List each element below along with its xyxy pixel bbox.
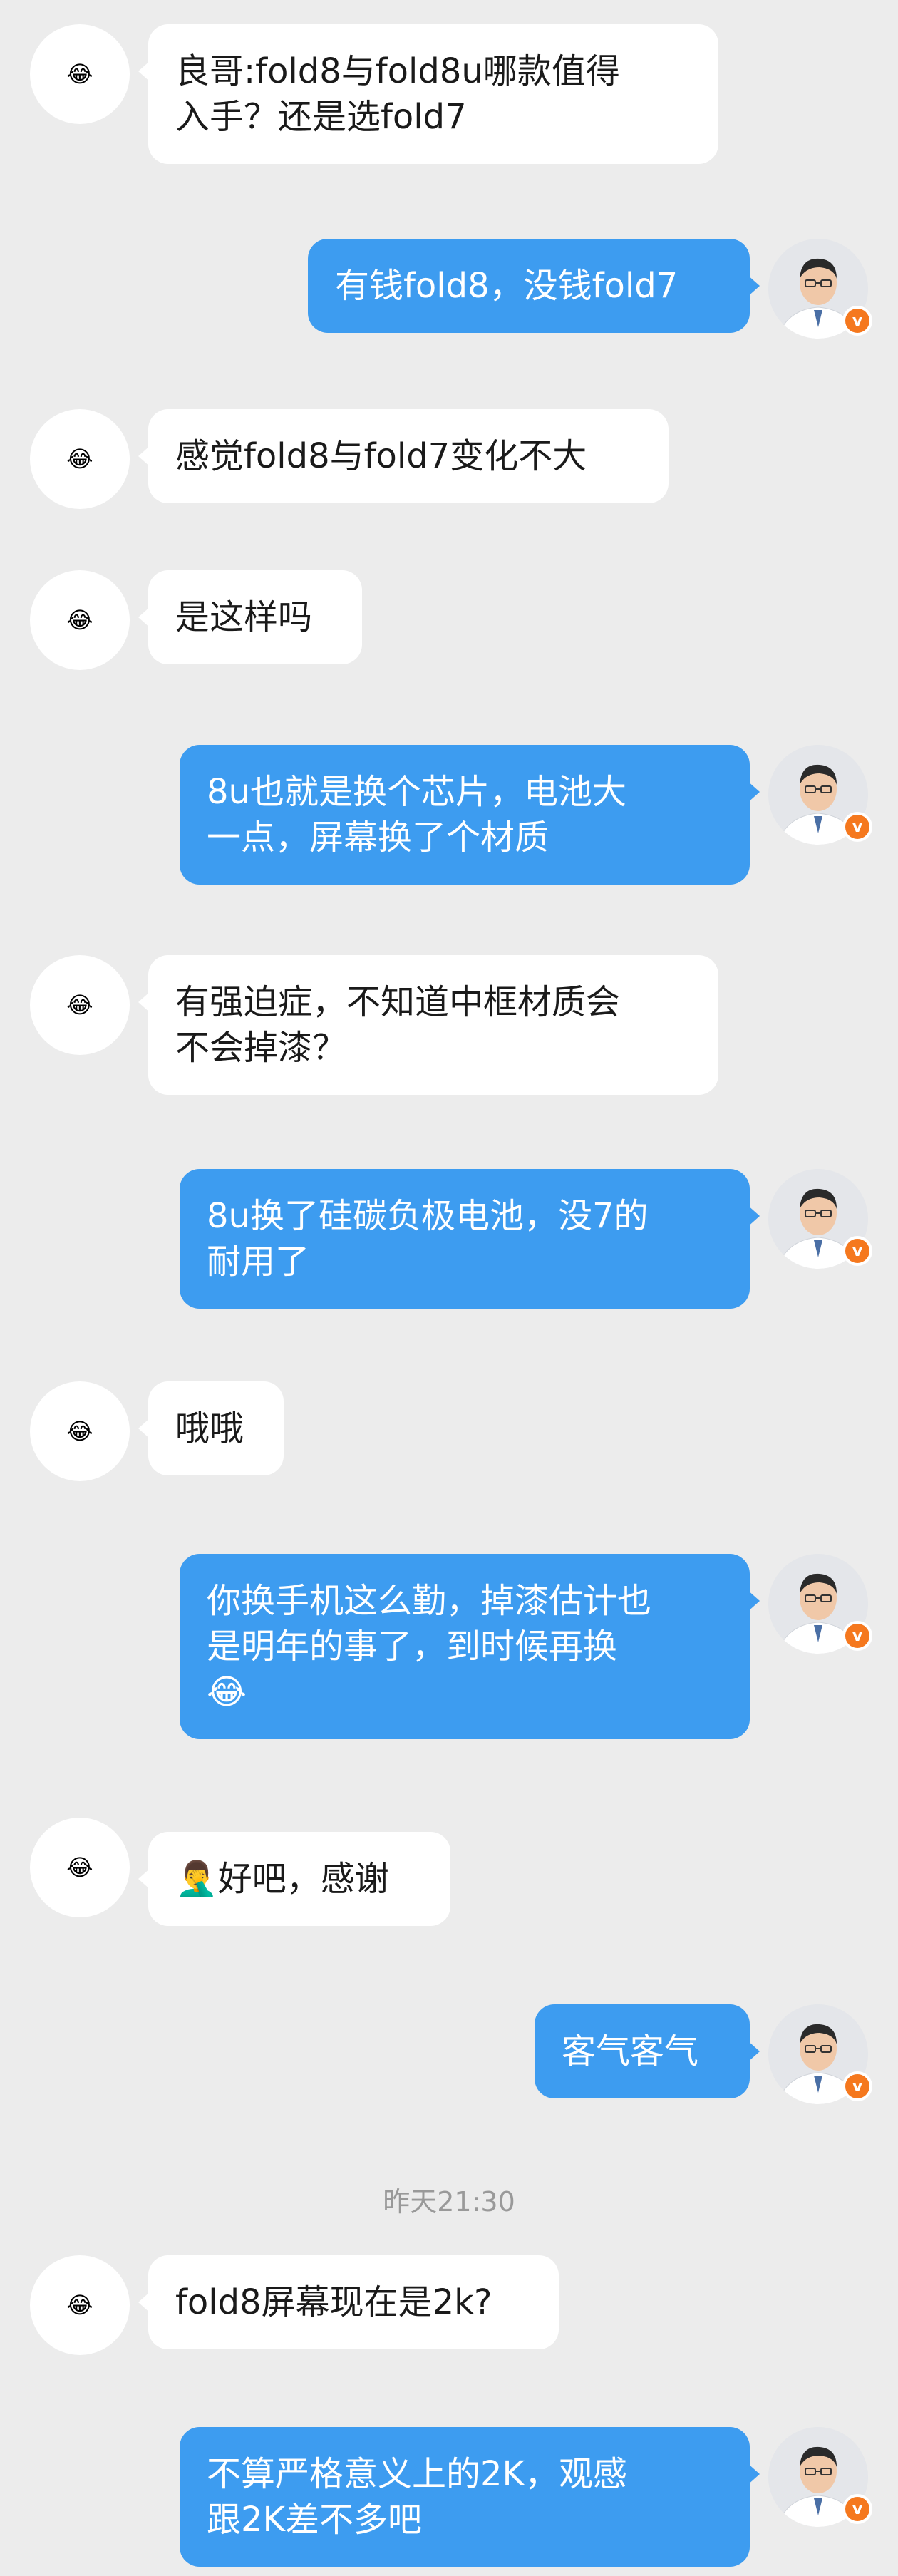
message-line: 一点，屏幕换了个材质 bbox=[207, 818, 549, 857]
message-line: 耐用了 bbox=[207, 1242, 310, 1282]
contact-avatar[interactable]: 😂 bbox=[30, 1818, 130, 1917]
chat-conversation: 😂 良哥:fold8与fold8u哪款值得 入手？还是选fold7 有钱fold… bbox=[0, 0, 898, 2576]
self-avatar[interactable]: v bbox=[768, 239, 872, 339]
message-line: 不算严格意义上的2K，观感 bbox=[207, 2454, 628, 2494]
outgoing-message[interactable]: 你换手机这么勤，掉漆估计也 是明年的事了，到时候再换 😂 bbox=[180, 1554, 760, 1739]
message-line: 入手？还是选fold7 bbox=[175, 97, 467, 137]
self-avatar[interactable]: v bbox=[768, 1554, 872, 1654]
incoming-message[interactable]: 感觉fold8与fold7变化不大 bbox=[138, 409, 669, 503]
verified-badge-icon: v bbox=[842, 1621, 872, 1651]
outgoing-message[interactable]: 8u换了硅碳负极电池，没7的 耐用了 bbox=[180, 1169, 760, 1309]
incoming-message[interactable]: 🤦‍♂️好吧，感谢 bbox=[138, 1832, 450, 1926]
incoming-message[interactable]: 哦哦 bbox=[138, 1381, 284, 1475]
contact-avatar[interactable]: 😂 bbox=[30, 409, 130, 509]
message-line: 良哥:fold8与fold8u哪款值得 bbox=[175, 51, 620, 91]
contact-avatar[interactable]: 😂 bbox=[30, 1381, 130, 1481]
message-line: 哦哦 bbox=[175, 1408, 244, 1448]
self-avatar[interactable]: v bbox=[768, 2004, 872, 2104]
laughing-emoji-icon: 😂 bbox=[207, 1672, 247, 1712]
contact-avatar[interactable]: 😂 bbox=[30, 570, 130, 670]
message-line: fold8屏幕现在是2k? bbox=[175, 2282, 492, 2322]
message-line: 客气客气 bbox=[562, 2031, 699, 2071]
verified-badge-icon: v bbox=[842, 1236, 872, 1266]
laughing-emoji-icon: 😂 bbox=[66, 445, 93, 473]
self-avatar[interactable]: v bbox=[768, 1169, 872, 1269]
message-line: 🤦‍♂️好吧，感谢 bbox=[175, 1859, 389, 1899]
outgoing-message[interactable]: 客气客气 bbox=[535, 2004, 760, 2098]
laughing-emoji-icon: 😂 bbox=[66, 1854, 93, 1881]
laughing-emoji-icon: 😂 bbox=[66, 2292, 93, 2319]
laughing-emoji-icon: 😂 bbox=[66, 1418, 93, 1445]
verified-badge-icon: v bbox=[842, 2071, 872, 2101]
message-line: 跟2K差不多吧 bbox=[207, 2500, 423, 2540]
laughing-emoji-icon: 😂 bbox=[66, 61, 93, 88]
message-line: 不会掉漆？ bbox=[175, 1028, 347, 1068]
message-line: 是明年的事了，到时候再换 bbox=[207, 1627, 618, 1666]
self-avatar[interactable]: v bbox=[768, 745, 872, 845]
message-line: 你换手机这么勤，掉漆估计也 bbox=[207, 1581, 652, 1621]
incoming-message[interactable]: fold8屏幕现在是2k? bbox=[138, 2255, 559, 2349]
laughing-emoji-icon: 😂 bbox=[66, 991, 93, 1019]
message-line: 感觉fold8与fold7变化不大 bbox=[175, 436, 587, 476]
contact-avatar[interactable]: 😂 bbox=[30, 2255, 130, 2355]
outgoing-message[interactable]: 有钱fold8，没钱fold7 bbox=[308, 239, 760, 333]
incoming-message[interactable]: 有强迫症，不知道中框材质会 不会掉漆？ bbox=[138, 955, 718, 1095]
message-line: 是这样吗 bbox=[175, 597, 313, 637]
contact-avatar[interactable]: 😂 bbox=[30, 24, 130, 124]
verified-badge-icon: v bbox=[842, 306, 872, 336]
outgoing-message[interactable]: 8u也就是换个芯片，电池大 一点，屏幕换了个材质 bbox=[180, 745, 760, 885]
verified-badge-icon: v bbox=[842, 2494, 872, 2524]
message-line: 8u也就是换个芯片，电池大 bbox=[207, 772, 626, 812]
message-line: 8u换了硅碳负极电池，没7的 bbox=[207, 1196, 649, 1236]
verified-badge-icon: v bbox=[842, 812, 872, 842]
incoming-message[interactable]: 良哥:fold8与fold8u哪款值得 入手？还是选fold7 bbox=[138, 24, 718, 164]
incoming-message[interactable]: 是这样吗 bbox=[138, 570, 362, 664]
message-line: 有强迫症，不知道中框材质会 bbox=[175, 982, 621, 1022]
message-timestamp: 昨天21:30 bbox=[383, 2186, 515, 2217]
self-avatar[interactable]: v bbox=[768, 2427, 872, 2527]
message-line: 有钱fold8，没钱fold7 bbox=[335, 266, 678, 306]
laughing-emoji-icon: 😂 bbox=[66, 607, 93, 634]
contact-avatar[interactable]: 😂 bbox=[30, 955, 130, 1055]
outgoing-message[interactable]: 不算严格意义上的2K，观感 跟2K差不多吧 bbox=[180, 2427, 760, 2567]
